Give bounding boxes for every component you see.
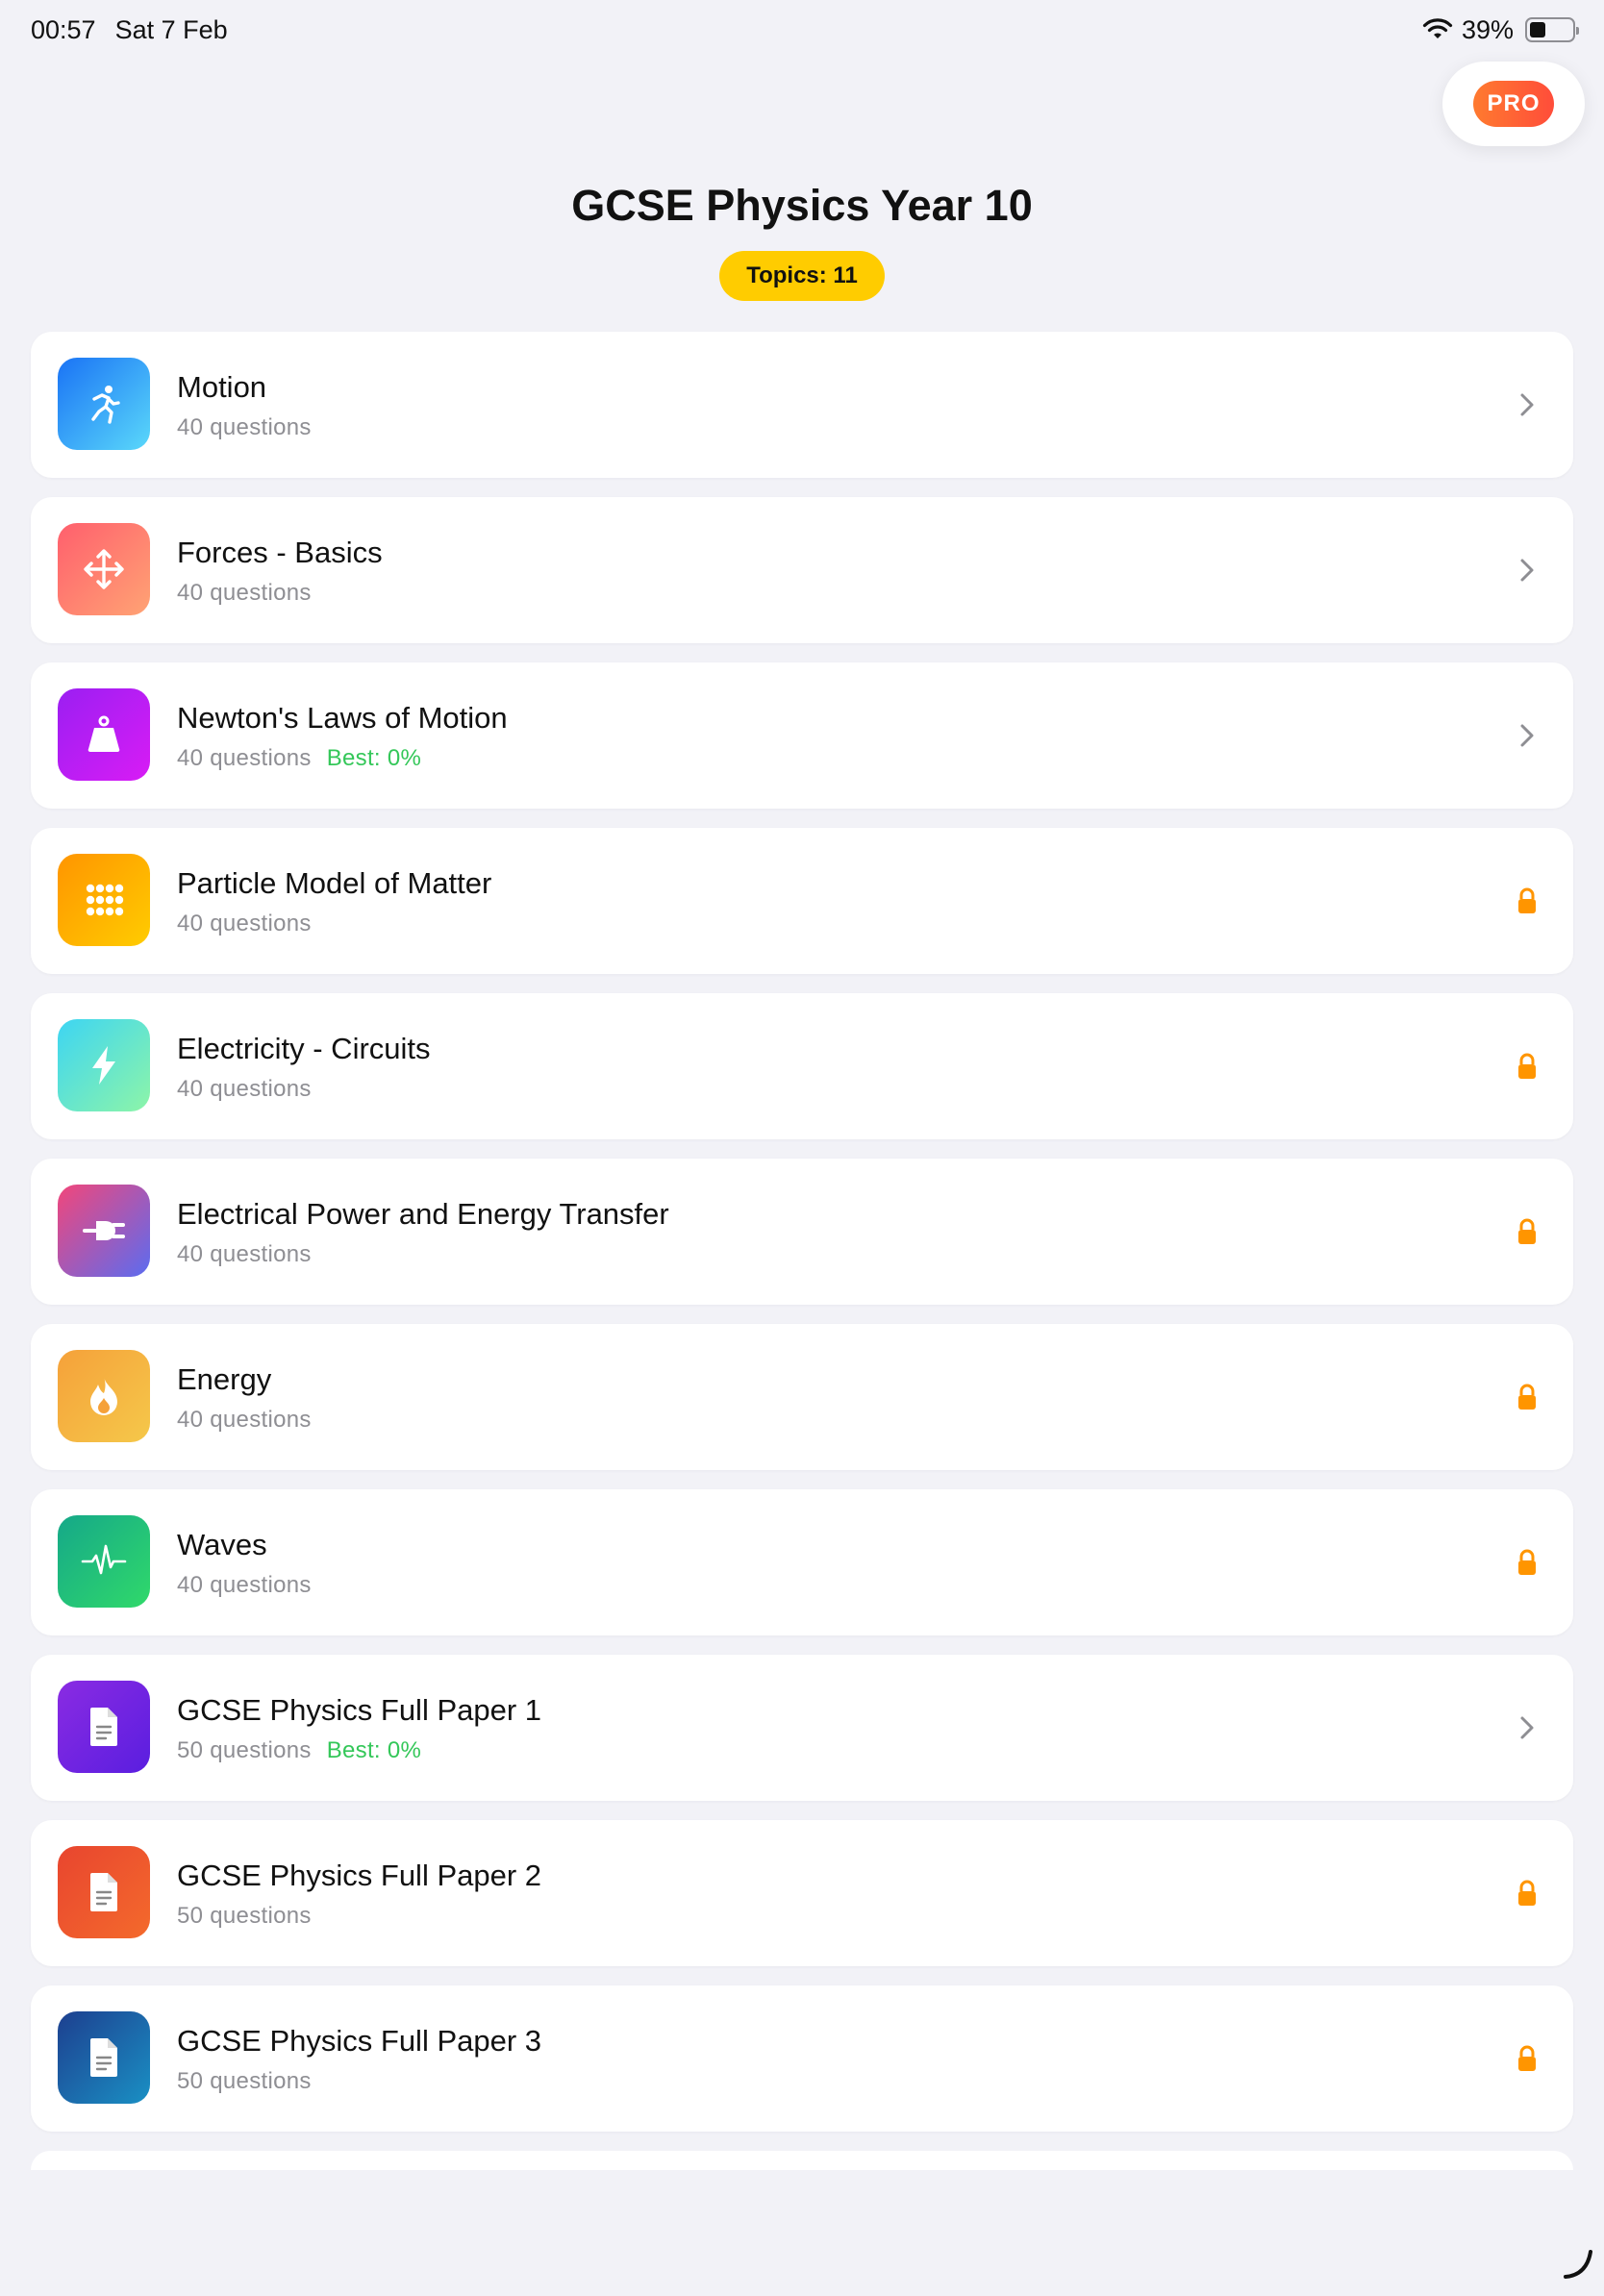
topic-card[interactable]: Particle Model of Matter 40 questions: [31, 828, 1573, 974]
topic-title: Waves: [177, 1528, 267, 1561]
topic-card[interactable]: Energy 40 questions: [31, 1324, 1573, 1470]
pro-badge[interactable]: PRO: [1473, 81, 1554, 127]
topic-card[interactable]: Forces - Basics 40 questions: [31, 497, 1573, 643]
topic-card[interactable]: Electricity - Circuits 40 questions: [31, 993, 1573, 1139]
best-score: Best: 0%: [326, 745, 422, 771]
move-arrows-icon: [58, 523, 150, 615]
open-indicator: [1508, 551, 1546, 589]
lock-icon: [1518, 1880, 1536, 1906]
flame-icon: [58, 1350, 150, 1442]
question-count: 40 questions: [177, 911, 312, 936]
battery-fill: [1530, 22, 1546, 37]
open-indicator: [1508, 386, 1546, 424]
chevron-right-icon: [1520, 1716, 1534, 1739]
weight-icon: [58, 688, 150, 781]
topic-card[interactable]: Waves 40 questions: [31, 1489, 1573, 1635]
lock-icon: [1518, 1549, 1536, 1575]
locked-indicator: [1508, 1047, 1546, 1086]
locked-indicator: [1508, 1874, 1546, 1912]
question-count: 40 questions: [177, 1241, 312, 1267]
status-right: 39%: [1421, 13, 1579, 46]
best-score: Best: 0%: [326, 1737, 422, 1763]
topic-subtitle: 40 questions: [177, 1407, 312, 1434]
locked-indicator: [1508, 1212, 1546, 1251]
topic-subtitle: 40 questions: [177, 911, 312, 937]
pro-button[interactable]: PRO: [1442, 62, 1585, 146]
topic-title: Motion: [177, 370, 267, 404]
topic-subtitle: 40 questions: [177, 1241, 312, 1268]
question-count: 40 questions: [177, 580, 312, 606]
open-indicator: [1508, 1709, 1546, 1747]
topic-subtitle: 40 questions: [177, 1076, 312, 1103]
topic-subtitle: 40 questions: [177, 414, 312, 441]
question-count: 40 questions: [177, 1572, 312, 1598]
document-icon: [58, 2011, 150, 2104]
lock-icon: [1518, 2045, 1536, 2071]
topic-subtitle: 50 questions: [177, 2068, 312, 2095]
topic-subtitle: 50 questions: [177, 1903, 312, 1930]
question-count: 50 questions: [177, 2068, 312, 2094]
topic-card[interactable]: GCSE Physics Full Paper 2 50 questions: [31, 1820, 1573, 1966]
topic-card-partial[interactable]: [31, 2151, 1573, 2170]
topic-card[interactable]: GCSE Physics Full Paper 3 50 questions: [31, 1985, 1573, 2132]
locked-indicator: [1508, 2039, 1546, 2078]
status-time-date: 00:57 Sat 7 Feb: [31, 15, 228, 45]
topic-title: Particle Model of Matter: [177, 866, 492, 900]
topic-title: Newton's Laws of Motion: [177, 701, 508, 735]
topic-title: Electricity - Circuits: [177, 1032, 431, 1065]
topic-subtitle: 40 questions Best: 0%: [177, 745, 421, 772]
topic-subtitle: 40 questions: [177, 580, 312, 607]
open-indicator: [1508, 716, 1546, 755]
topic-list: Motion 40 questions Forces - Basics 40 ques…: [31, 332, 1573, 2170]
topic-title: Energy: [177, 1362, 272, 1396]
chevron-right-icon: [1520, 393, 1534, 416]
page-title: GCSE Physics Year 10: [571, 181, 1033, 230]
topic-card[interactable]: Electrical Power and Energy Transfer 40 q…: [31, 1159, 1573, 1305]
topic-title: GCSE Physics Full Paper 3: [177, 2024, 542, 2058]
locked-indicator: [1508, 1543, 1546, 1582]
question-count: 40 questions: [177, 1407, 312, 1433]
topic-title: Forces - Basics: [177, 536, 383, 569]
document-icon: [58, 1681, 150, 1773]
lock-icon: [1518, 1384, 1536, 1410]
question-count: 40 questions: [177, 414, 312, 440]
document-icon: [58, 1846, 150, 1938]
locked-indicator: [1508, 882, 1546, 920]
topic-card[interactable]: Newton's Laws of Motion 40 questions Best:…: [31, 662, 1573, 809]
topic-subtitle: 50 questions Best: 0%: [177, 1737, 421, 1764]
locked-indicator: [1508, 1378, 1546, 1416]
topics-count-badge: Topics: 11: [719, 251, 885, 301]
battery-percent: 39%: [1461, 14, 1514, 44]
question-count: 50 questions: [177, 1903, 312, 1929]
status-date: Sat 7 Feb: [114, 15, 228, 44]
running-figure-icon: [58, 358, 150, 450]
chevron-right-icon: [1520, 724, 1534, 747]
topic-subtitle: 40 questions: [177, 1572, 312, 1599]
waveform-icon: [58, 1515, 150, 1608]
resize-handle-icon[interactable]: [1562, 2246, 1596, 2281]
question-count: 50 questions: [177, 1737, 312, 1763]
topic-title: GCSE Physics Full Paper 2: [177, 1859, 542, 1892]
lock-icon: [1518, 1053, 1536, 1079]
topic-title: GCSE Physics Full Paper 1: [177, 1693, 542, 1727]
lock-icon: [1518, 887, 1536, 913]
wifi-icon: [1422, 18, 1453, 38]
question-count: 40 questions: [177, 745, 312, 771]
topic-card[interactable]: Motion 40 questions: [31, 332, 1573, 478]
topic-card[interactable]: GCSE Physics Full Paper 1 50 questions Bes…: [31, 1655, 1573, 1801]
dots-grid-icon: [58, 854, 150, 946]
battery-icon: [1525, 17, 1579, 42]
bolt-icon: [58, 1019, 150, 1111]
chevron-right-icon: [1520, 559, 1534, 582]
plug-icon: [58, 1185, 150, 1277]
status-time: 00:57: [31, 15, 96, 44]
question-count: 40 questions: [177, 1076, 312, 1102]
lock-icon: [1518, 1218, 1536, 1244]
status-bar: 00:57 Sat 7 Feb 39%: [0, 0, 1604, 62]
topic-title: Electrical Power and Energy Transfer: [177, 1197, 669, 1231]
